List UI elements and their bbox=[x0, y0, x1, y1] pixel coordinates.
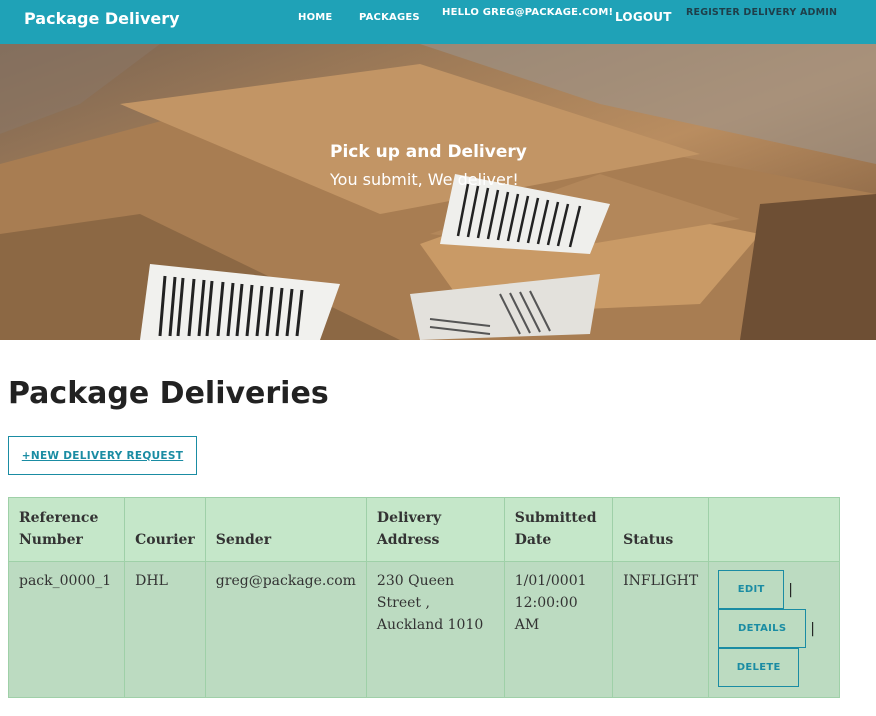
delete-action-row: DELETE bbox=[718, 648, 830, 687]
cell-delivery-address: 230 Queen Street , Auckland 1010 bbox=[365, 561, 505, 698]
action-separator: | bbox=[788, 581, 793, 598]
hero-banner: Pick up and Delivery You submit, We deli… bbox=[0, 44, 876, 340]
top-navbar: Package Delivery HOME PACKAGES HELLO GRE… bbox=[0, 0, 876, 44]
cell-submitted-date: 1/01/0001 12:00:00 AM bbox=[503, 561, 614, 698]
header-courier: Courier bbox=[124, 497, 206, 562]
details-button[interactable]: DETAILS bbox=[718, 609, 807, 648]
cell-courier: DHL bbox=[124, 561, 206, 698]
brand-link[interactable]: Package Delivery bbox=[24, 9, 180, 28]
nav-register-admin-link[interactable]: REGISTER DELIVERY ADMIN bbox=[686, 7, 837, 18]
details-action-row: DETAILS | bbox=[718, 609, 830, 648]
edit-button[interactable]: EDIT bbox=[718, 570, 785, 609]
header-sender: Sender bbox=[204, 497, 367, 562]
nav-user-greeting-link[interactable]: HELLO GREG@PACKAGE.COM! bbox=[442, 7, 613, 18]
table-header-row: Reference Number Courier Sender Delivery… bbox=[7, 497, 840, 562]
page-title: Package Deliveries bbox=[8, 376, 329, 411]
header-submitted-date: Submitted Date bbox=[503, 497, 614, 562]
header-status: Status bbox=[612, 497, 710, 562]
new-delivery-request-button[interactable]: +NEW DELIVERY REQUEST bbox=[8, 436, 197, 475]
cell-status: INFLIGHT bbox=[612, 561, 710, 698]
nav-home-link[interactable]: HOME bbox=[298, 12, 332, 23]
cell-reference-number: pack_0000_1 bbox=[7, 561, 126, 698]
header-reference-number: Reference Number bbox=[7, 497, 126, 562]
cell-sender: greg@package.com bbox=[204, 561, 367, 698]
hero-title: Pick up and Delivery bbox=[330, 142, 527, 162]
hero-subtitle: You submit, We deliver! bbox=[330, 170, 519, 189]
header-delivery-address: Delivery Address bbox=[365, 497, 505, 562]
nav-packages-link[interactable]: PACKAGES bbox=[359, 12, 420, 23]
deliveries-table: Reference Number Courier Sender Delivery… bbox=[7, 497, 840, 698]
cell-actions: EDIT | DETAILS | DELETE bbox=[708, 561, 840, 698]
header-actions bbox=[708, 497, 840, 562]
nav-logout-link[interactable]: LOGOUT bbox=[615, 10, 672, 24]
table-row: pack_0000_1 DHL greg@package.com 230 Que… bbox=[7, 561, 840, 698]
delete-button[interactable]: DELETE bbox=[718, 648, 800, 687]
edit-action-row: EDIT | bbox=[718, 570, 830, 609]
action-separator: | bbox=[810, 620, 815, 637]
hero-boxes-image bbox=[0, 44, 876, 340]
